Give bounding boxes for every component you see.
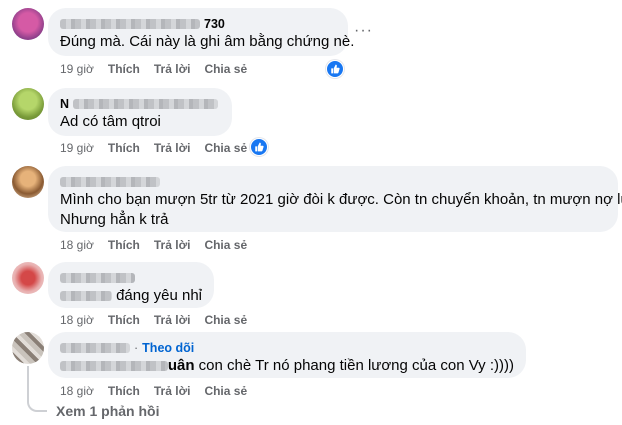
comment-actions: 18 giờ Thích Trả lời Chia sẻ <box>60 238 261 252</box>
more-icon[interactable]: ··· <box>354 22 373 40</box>
comment-actions: 19 giờ Thích Trả lời Chia sẻ <box>60 141 261 155</box>
blurred-name <box>60 343 130 353</box>
reply-button[interactable]: Trả lời <box>154 141 191 155</box>
comment-bubble: · Theo dõi uân con chè Tr nó phang tiền … <box>48 332 526 378</box>
comment-actions: 18 giờ Thích Trả lời Chia sẻ <box>60 313 261 327</box>
blurred-mention[interactable] <box>60 291 113 301</box>
like-button[interactable]: Thích <box>108 384 140 398</box>
reply-button[interactable]: Trả lời <box>154 313 191 327</box>
follow-button[interactable]: Theo dõi <box>142 341 194 355</box>
like-button[interactable]: Thích <box>108 141 140 155</box>
reply-button[interactable]: Trả lời <box>154 62 191 76</box>
avatar[interactable] <box>12 262 44 294</box>
avatar[interactable] <box>12 8 44 40</box>
view-replies-link[interactable]: Xem 1 phản hồi <box>56 403 159 419</box>
share-button[interactable]: Chia sẻ <box>204 62 247 76</box>
comment-author[interactable]: · Theo dõi <box>60 340 514 356</box>
comment-time[interactable]: 19 giờ <box>60 62 94 76</box>
like-reaction-icon[interactable] <box>250 138 268 156</box>
avatar[interactable] <box>12 166 44 198</box>
share-button[interactable]: Chia sẻ <box>204 141 247 155</box>
avatar[interactable] <box>12 332 44 364</box>
share-button[interactable]: Chia sẻ <box>204 238 247 252</box>
comment-text: Ad có tâm qtroi <box>60 113 161 130</box>
comment-author[interactable] <box>60 174 606 190</box>
reply-button[interactable]: Trả lời <box>154 384 191 398</box>
like-button[interactable]: Thích <box>108 62 140 76</box>
author-name-prefix: N <box>60 97 70 111</box>
blurred-mention[interactable] <box>60 361 168 371</box>
blurred-name <box>73 99 219 109</box>
avatar[interactable] <box>12 88 44 120</box>
comment-author[interactable]: N <box>60 96 220 112</box>
blurred-name <box>60 177 160 187</box>
comment-time[interactable]: 18 giờ <box>60 313 94 327</box>
comment-actions: 18 giờ Thích Trả lời Chia sẻ <box>60 384 261 398</box>
comment-text-line-2: Nhưng hẳn k trả <box>60 211 169 228</box>
comment-text: Đúng mà. Cái này là ghi âm bằng chứng nè… <box>60 33 355 50</box>
thread-connector <box>27 366 47 412</box>
comment-text-content: con chè Tr nó phang tiền lương của con V… <box>194 357 514 374</box>
blurred-name <box>60 19 200 29</box>
comment-bubble: đáng yêu nhỉ <box>48 262 214 308</box>
share-button[interactable]: Chia sẻ <box>204 384 247 398</box>
like-reaction-icon[interactable] <box>326 60 344 78</box>
comment-actions: 19 giờ Thích Trả lời Chia sẻ <box>60 62 261 76</box>
comment-text-content: đáng yêu nhỉ <box>116 287 202 304</box>
comment-author[interactable]: 730 <box>60 16 336 32</box>
comment-time[interactable]: 19 giờ <box>60 141 94 155</box>
like-button[interactable]: Thích <box>108 238 140 252</box>
share-button[interactable]: Chia sẻ <box>204 313 247 327</box>
separator-dot: · <box>134 341 139 355</box>
comment-text: đáng yêu nhỉ <box>60 286 202 306</box>
comment-time[interactable]: 18 giờ <box>60 384 94 398</box>
comment-text-line-1: Mình cho bạn mượn 5tr từ 2021 giờ đòi k … <box>60 191 622 208</box>
comment-text: uân con chè Tr nó phang tiền lương của c… <box>60 356 514 376</box>
reply-button[interactable]: Trả lời <box>154 238 191 252</box>
like-button[interactable]: Thích <box>108 313 140 327</box>
comment-bubble: N Ad có tâm qtroi <box>48 88 232 136</box>
blurred-name <box>60 273 135 283</box>
comment-bubble: Mình cho bạn mượn 5tr từ 2021 giờ đòi k … <box>48 166 622 232</box>
comment-author[interactable] <box>60 270 202 286</box>
comment-time[interactable]: 18 giờ <box>60 238 94 252</box>
comment-bubble: 730 Đúng mà. Cái này là ghi âm bằng chứn… <box>48 8 355 56</box>
mention-end[interactable]: uân <box>168 356 195 376</box>
author-name-suffix: 730 <box>204 17 225 31</box>
